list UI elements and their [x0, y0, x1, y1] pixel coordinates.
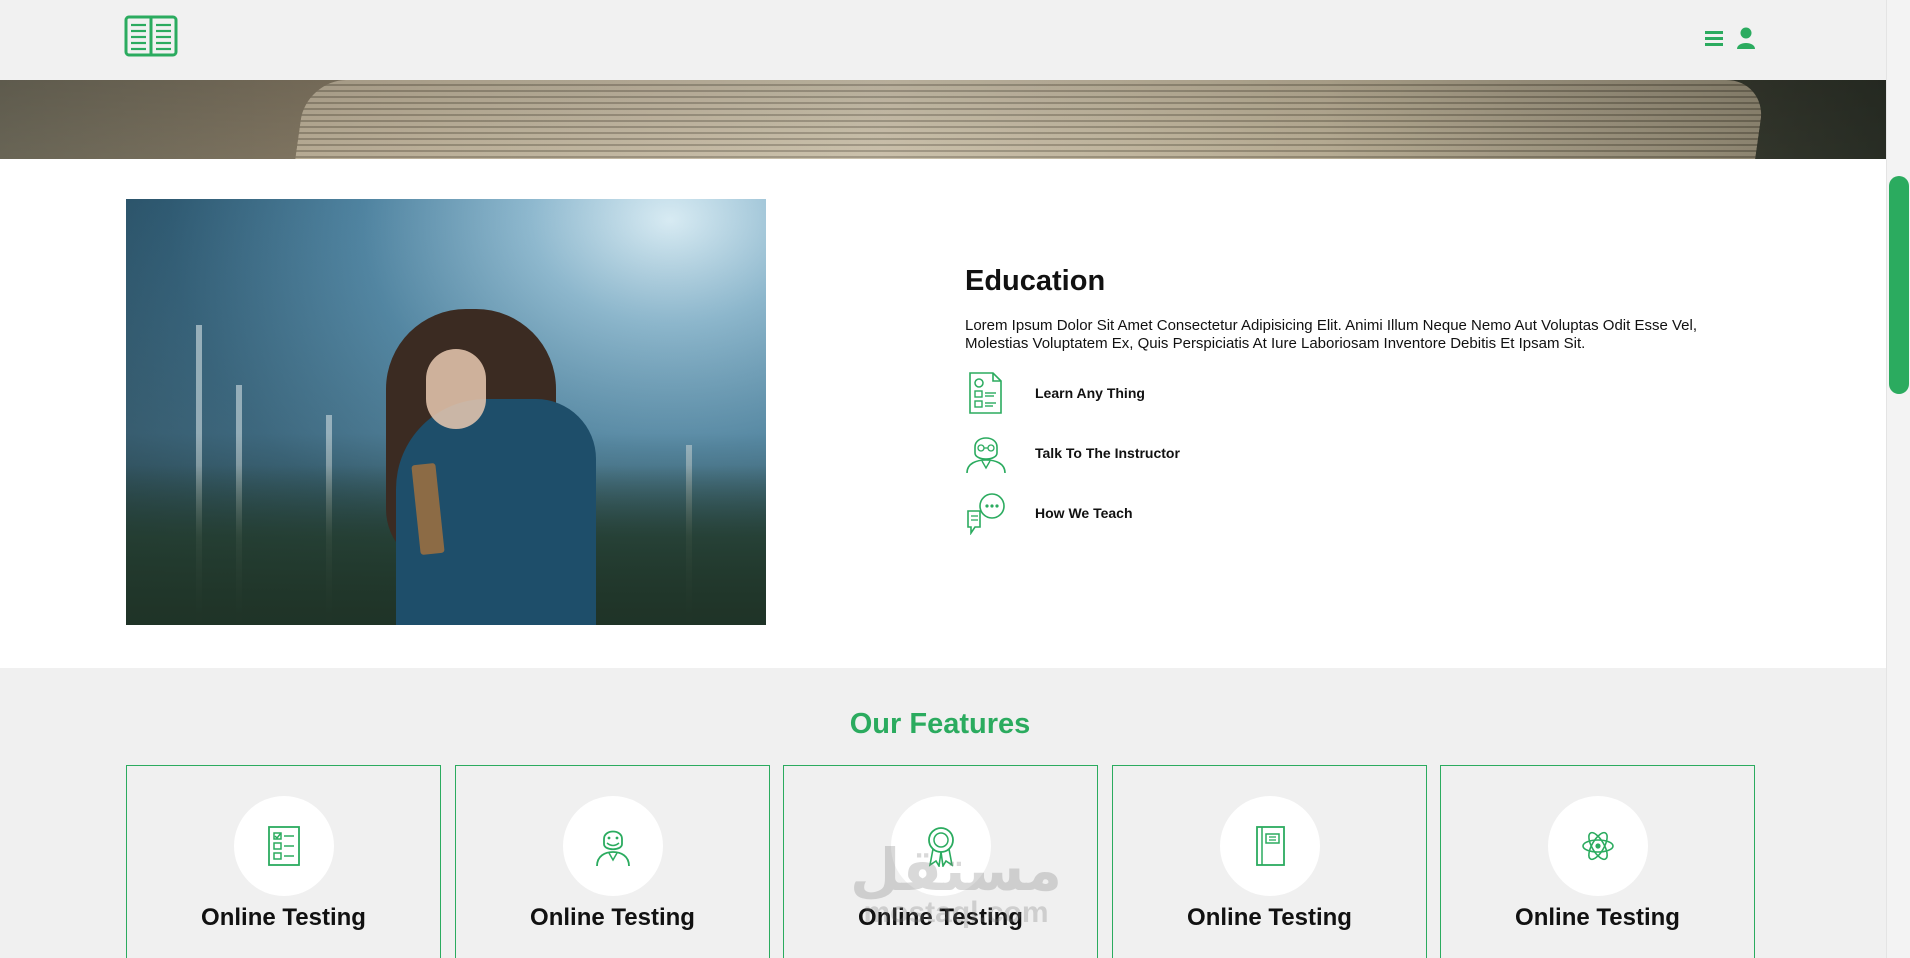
woman-figure-face	[426, 349, 486, 429]
feature-icon-circle	[234, 796, 334, 896]
education-section: Education Lorem Ipsum Dolor Sit Amet Con…	[0, 159, 1886, 668]
feature-card[interactable]: Online Testing	[1112, 765, 1427, 958]
education-content: Education Lorem Ipsum Dolor Sit Amet Con…	[965, 265, 1725, 551]
education-description: Lorem Ipsum Dolor Sit Amet Consectetur A…	[965, 317, 1698, 352]
notebook-icon	[1256, 826, 1285, 866]
award-badge-icon	[928, 827, 954, 867]
education-item-label: Talk To The Instructor	[1035, 445, 1180, 461]
scrollbar-thumb[interactable]	[1889, 176, 1909, 394]
hero-banner-image	[0, 80, 1886, 159]
features-section: Our Features Online Testing Online Testi…	[0, 668, 1886, 958]
feature-card[interactable]: Online Testing	[1440, 765, 1755, 958]
site-header	[0, 0, 1886, 80]
features-title: Our Features	[849, 708, 1031, 740]
feature-card-title: Online Testing	[1515, 904, 1680, 931]
atom-icon	[1582, 831, 1614, 861]
open-book-icon[interactable]	[124, 14, 178, 58]
feature-card-title: Online Testing	[1187, 904, 1352, 931]
feature-icon-circle	[563, 796, 663, 896]
feature-card-title: Online Testing	[201, 904, 366, 931]
education-photo	[126, 199, 766, 625]
page-scrollbar[interactable]	[1886, 0, 1910, 958]
feature-icon-circle	[1220, 796, 1320, 896]
education-item-learn[interactable]: Learn Any Thing	[965, 371, 1725, 415]
feature-card-title: Online Testing	[530, 904, 695, 931]
checklist-icon	[268, 826, 300, 866]
feature-card[interactable]: Online Testing	[455, 765, 770, 958]
education-item-label: How We Teach	[1035, 505, 1133, 521]
education-item-instructor[interactable]: Talk To The Instructor	[965, 431, 1725, 475]
chat-bubbles-icon	[967, 493, 1005, 535]
user-icon[interactable]	[1736, 26, 1756, 50]
feature-icon-circle	[891, 796, 991, 896]
education-item-label: Learn Any Thing	[1035, 385, 1145, 401]
hamburger-menu-icon[interactable]	[1704, 26, 1724, 50]
feature-icon-circle	[1548, 796, 1648, 896]
teacher-icon	[596, 830, 630, 867]
feature-card[interactable]: Online Testing	[126, 765, 441, 958]
banner-shade	[0, 80, 1886, 159]
feature-card-title: Online Testing	[858, 904, 1023, 931]
document-list-icon	[969, 372, 1002, 414]
education-title: Education	[965, 265, 1106, 297]
header-actions	[1704, 26, 1756, 50]
feature-card[interactable]: Online Testing	[783, 765, 1098, 958]
instructor-icon	[966, 437, 1006, 474]
education-item-teach[interactable]: How We Teach	[965, 491, 1725, 535]
